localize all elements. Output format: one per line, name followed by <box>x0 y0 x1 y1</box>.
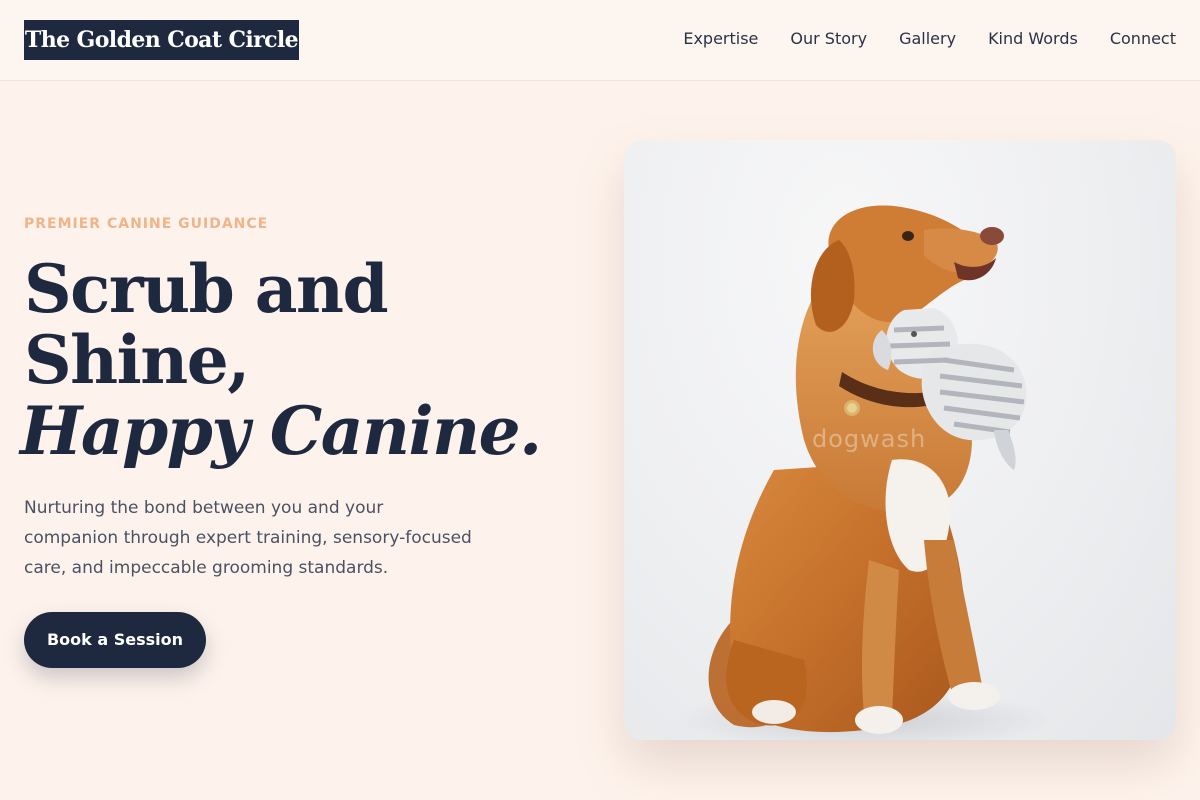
main-nav: Expertise Our Story Gallery Kind Words C… <box>683 28 1176 50</box>
nav-link-gallery[interactable]: Gallery <box>899 28 956 50</box>
photo-watermark: dogwash <box>812 425 927 453</box>
nav-link-expertise[interactable]: Expertise <box>683 28 758 50</box>
headline-line-3: Happy Canine. <box>20 392 542 470</box>
headline-line-2: Shine, <box>24 321 250 399</box>
hero-eyebrow: PREMIER CANINE GUIDANCE <box>24 216 269 232</box>
nav-link-our-story[interactable]: Our Story <box>790 28 867 50</box>
nav-link-connect[interactable]: Connect <box>1110 28 1176 50</box>
hero-dog-photo: dogwash <box>624 140 1176 740</box>
site-header: The Golden Coat Circle Expertise Our Sto… <box>0 0 1200 81</box>
hero-description: Nurturing the bond between you and your … <box>24 498 472 578</box>
book-session-button[interactable]: Book a Session <box>24 612 206 668</box>
nav-link-kind-words[interactable]: Kind Words <box>988 28 1078 50</box>
brand-logo[interactable]: The Golden Coat Circle <box>24 20 299 60</box>
hero-headline: Scrub and Shine, Happy Canine. <box>20 250 584 467</box>
headline-line-1: Scrub and <box>24 250 389 328</box>
